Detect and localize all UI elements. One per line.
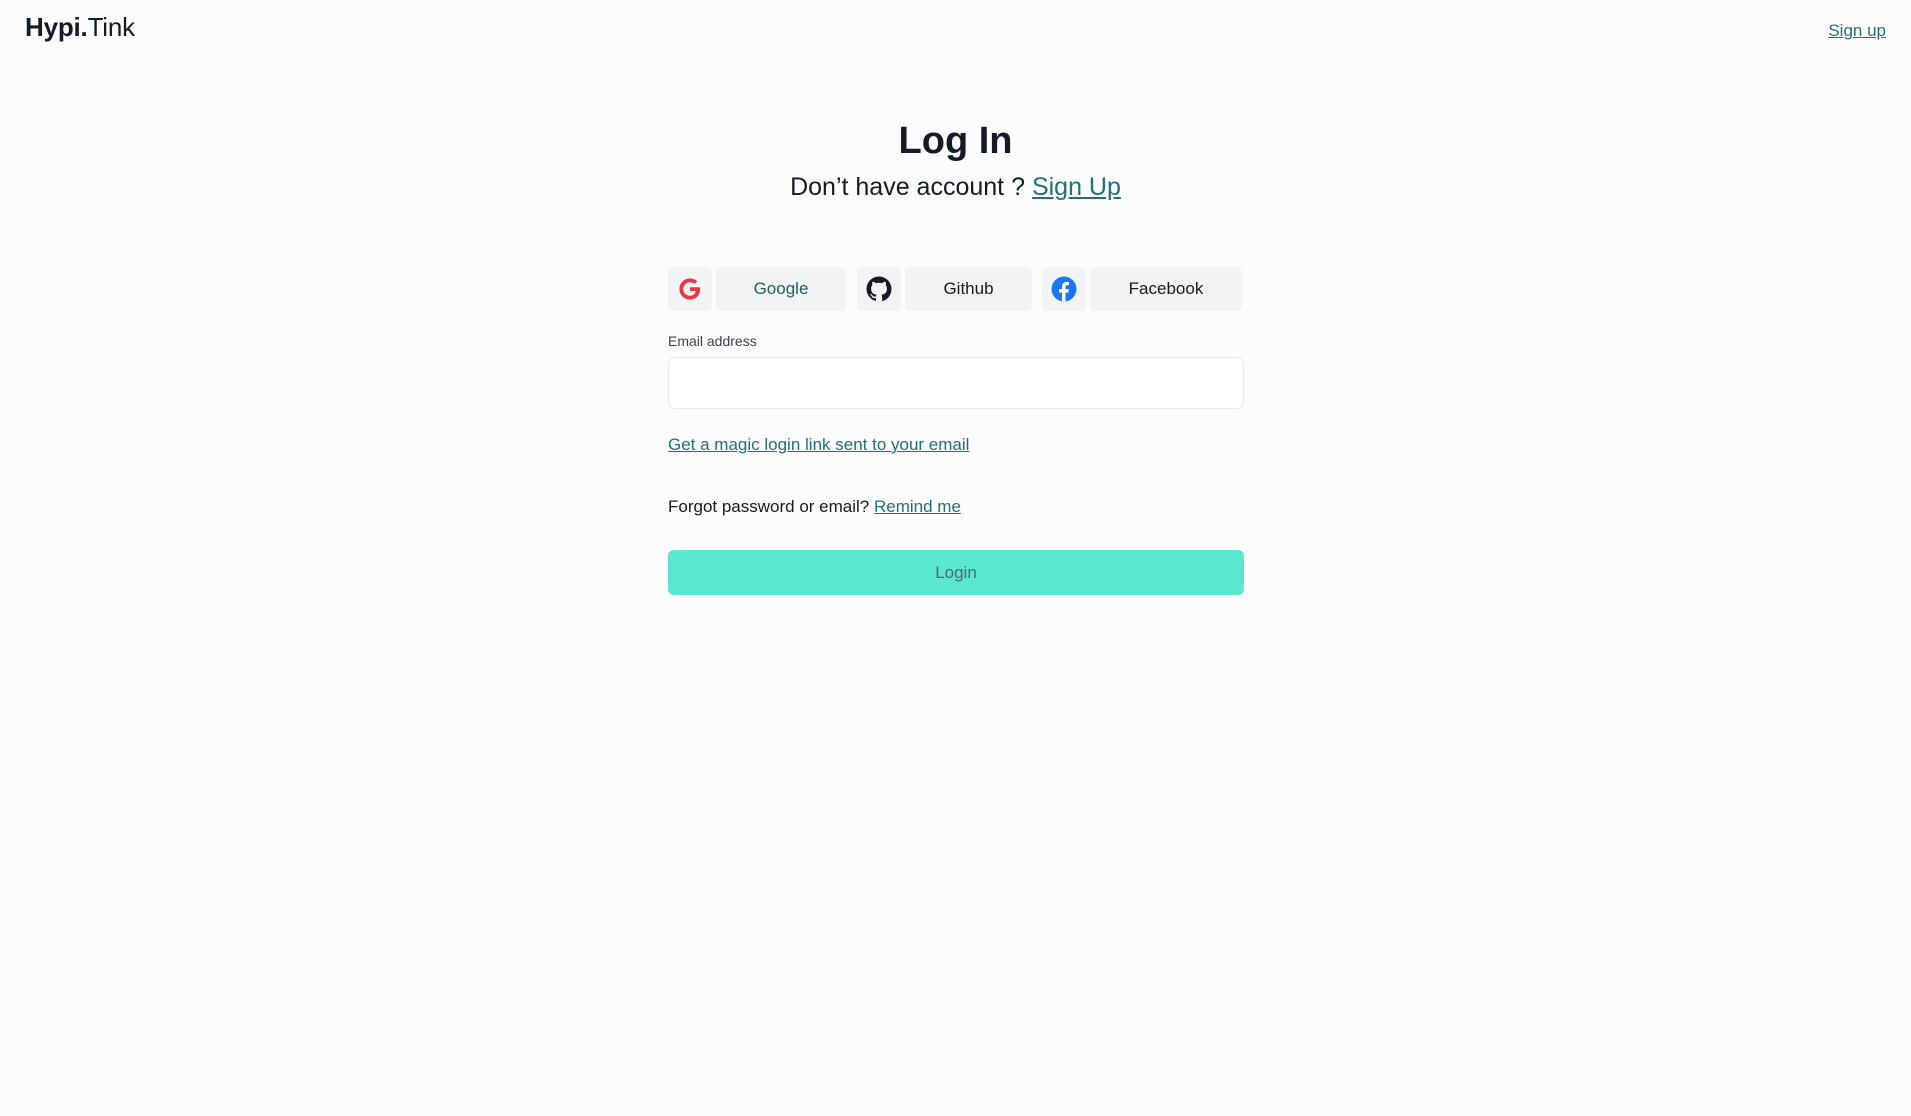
- github-icon-button[interactable]: [857, 267, 901, 311]
- signup-prompt-text: Don’t have account ?: [790, 173, 1025, 201]
- facebook-login-button[interactable]: Facebook: [1090, 267, 1242, 311]
- github-icon: [866, 276, 892, 302]
- logo-light-text: Tink: [87, 12, 136, 42]
- magic-link[interactable]: Get a magic login link sent to your emai…: [668, 435, 969, 455]
- email-label: Email address: [668, 333, 757, 349]
- top-bar: Hypi.Tink Sign up: [0, 0, 1911, 60]
- google-login: Google: [668, 267, 846, 311]
- login-button[interactable]: Login: [668, 550, 1244, 595]
- signup-prompt: Don’t have account ? Sign Up: [0, 173, 1911, 202]
- facebook-icon: [1051, 276, 1077, 302]
- page-title: Log In: [898, 120, 1013, 162]
- forgot-prompt: Forgot password or email? Remind me: [668, 497, 1244, 517]
- remind-me-link[interactable]: Remind me: [874, 497, 961, 516]
- github-login-button[interactable]: Github: [905, 267, 1032, 311]
- email-input[interactable]: [668, 357, 1244, 409]
- header-signup-link[interactable]: Sign up: [1828, 21, 1886, 41]
- google-login-button[interactable]: Google: [716, 267, 846, 311]
- social-login-row: Google Github Facebook: [668, 267, 1244, 311]
- signup-link[interactable]: Sign Up: [1032, 173, 1121, 201]
- forgot-text: Forgot password or email?: [668, 497, 870, 516]
- google-icon: [679, 278, 701, 300]
- google-icon-button[interactable]: [668, 267, 712, 311]
- facebook-login: Facebook: [1042, 267, 1242, 311]
- logo-strong-text: Hypi.: [25, 12, 88, 42]
- facebook-icon-button[interactable]: [1042, 267, 1086, 311]
- github-login: Github: [857, 267, 1032, 311]
- logo[interactable]: Hypi.Tink: [25, 12, 135, 43]
- login-form: Google Github Facebook Email address Get…: [668, 267, 1244, 595]
